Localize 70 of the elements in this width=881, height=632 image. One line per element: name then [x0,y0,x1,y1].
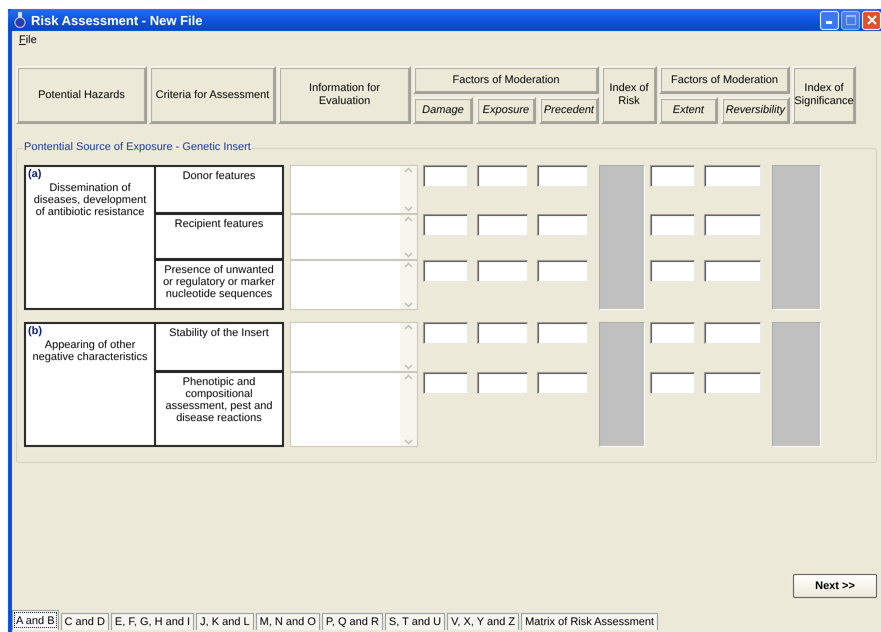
input-field[interactable] [477,165,528,187]
criterion-cell: Stability of the Insert [155,322,284,372]
item-letter: (a) [28,168,42,180]
column-subheader[interactable]: Exposure [476,97,536,124]
column-header[interactable]: Factors of Moderation [413,66,599,94]
tab[interactable]: E, F, G, H and I [110,613,194,630]
input-field[interactable] [477,322,528,344]
column-subheader[interactable]: Reversibility [720,97,790,124]
criterion-cell: Recipient features [155,214,284,260]
criterion-cell: Donor features [155,165,284,214]
scrollbar[interactable] [400,166,417,213]
item-letter: (b) [28,325,44,337]
scrollbar[interactable] [400,261,417,309]
column-header[interactable]: Criteria for Assessment [149,66,276,124]
input-field[interactable] [650,260,695,282]
input-field[interactable] [477,372,528,394]
input-field[interactable] [537,372,588,394]
tab[interactable]: A and B [12,610,59,630]
maximize-button[interactable] [841,10,860,30]
input-field[interactable] [537,214,588,236]
close-icon [866,15,876,25]
input-field[interactable] [537,165,588,187]
tab[interactable]: M, N and O [256,613,320,630]
column-header[interactable]: Information for Evaluation [278,66,411,124]
column-header[interactable]: Index of Significance [792,66,856,124]
tab[interactable]: V, X, Y and Z [447,613,520,630]
column-subheader[interactable]: Damage [413,97,473,124]
scrollbar[interactable] [400,215,417,259]
input-field[interactable] [704,322,761,344]
input-field[interactable] [477,214,528,236]
input-field[interactable] [704,214,761,236]
group-title: Pontential Source of Exposure - Genetic Insert [23,141,252,153]
input-field[interactable] [423,322,468,344]
scrollbar[interactable] [400,323,417,371]
hazard-text: Appearing of other negative characteristics [32,339,148,363]
column-header[interactable]: Factors of Moderation [659,66,790,94]
input-field[interactable] [650,165,695,187]
input-field[interactable] [423,260,468,282]
window-title: Risk Assessment - New File [31,12,204,28]
maximize-icon [846,15,856,25]
input-field[interactable] [704,260,761,282]
input-field[interactable] [423,214,468,236]
tab[interactable]: J, K and L [196,613,254,630]
menu-item[interactable]: File [16,34,40,46]
input-field[interactable] [423,372,468,394]
hazard-text: Dissemination of diseases, development of antibiotic resistance [32,182,148,218]
input-field[interactable] [704,372,761,394]
column-header[interactable]: Index of Risk [601,66,657,124]
close-button[interactable] [862,10,881,30]
input-field[interactable] [537,322,588,344]
criterion-cell: Phenotipic and compositional assessment, pest and disease reactions [155,372,284,447]
minimize-button[interactable] [820,10,839,30]
next-button[interactable]: Next >> [793,574,877,598]
input-field[interactable] [537,260,588,282]
column-subheader[interactable]: Precedent [538,97,599,124]
input-field[interactable] [423,165,468,187]
scrollbar[interactable] [400,373,417,446]
tab[interactable]: Matrix of Risk Assessment [521,613,658,630]
tab[interactable]: P, Q and R [322,613,383,630]
criterion-cell: Presence of unwanted or regulatory or marker nucleotide sequences [155,260,284,310]
tab[interactable]: S, T and U [384,613,446,630]
input-field[interactable] [650,214,695,236]
input-field[interactable] [477,260,528,282]
tab[interactable]: C and D [60,613,109,630]
flask-icon [14,12,26,28]
input-field[interactable] [650,322,695,344]
input-field[interactable] [704,165,761,187]
column-header[interactable]: Potential Hazards [16,66,147,124]
column-subheader[interactable]: Extent [659,97,718,124]
input-field[interactable] [650,372,695,394]
